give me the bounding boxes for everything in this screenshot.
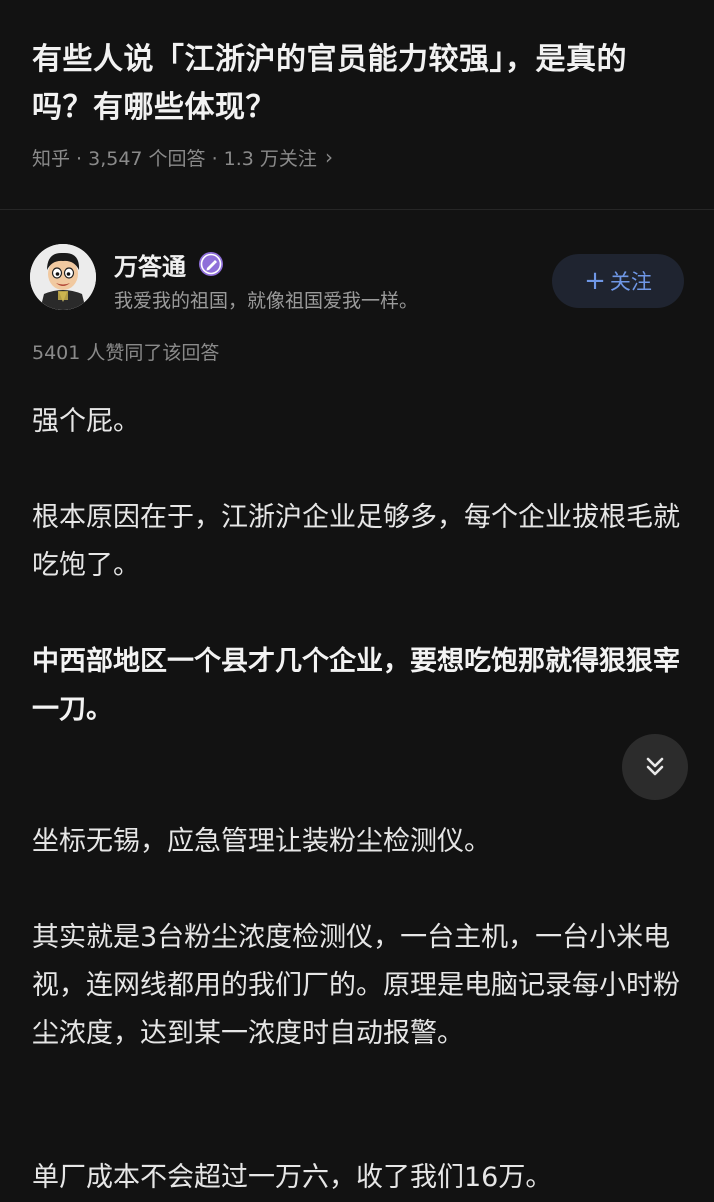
answer-paragraph: 单厂成本不会超过一万六，收了我们16万。 <box>32 1162 553 1193</box>
answer-paragraph: 其实就是3台粉尘浓度检测仪，一台主机，一台小米电视，连网线都用的我们厂的。原理是… <box>32 922 680 1049</box>
section-divider <box>0 209 714 210</box>
question-meta-row[interactable]: 知乎 · 3,547 个回答 · 1.3 万关注 › <box>32 142 682 172</box>
double-chevron-down-icon <box>646 757 664 776</box>
author-card: 万答通 我爱我的祖国，就像祖国爱我一样。 + 关注 <box>30 244 684 314</box>
answer-paragraph: 根本原因在于，江浙沪企业足够多，每个企业拔根毛就吃饱了。 <box>32 502 680 581</box>
follow-label: 关注 <box>609 270 652 294</box>
plus-icon: + <box>584 266 606 296</box>
pen-badge-icon[interactable] <box>198 251 224 277</box>
vote-count: 5401 人赞同了该回答 <box>32 342 220 364</box>
question-header: 有些人说「江浙沪的官员能力较强」，是真的吗？有哪些体现？ 知乎 · 3,547 … <box>0 0 714 172</box>
answer-paragraph: 坐标无锡，应急管理让装粉尘检测仪。 <box>32 826 491 857</box>
question-meta: 知乎 · 3,547 个回答 · 1.3 万关注 <box>32 147 317 170</box>
avatar[interactable] <box>30 244 96 310</box>
author-name-row: 万答通 <box>114 246 224 282</box>
answer-paragraph: 强个屁。 <box>32 406 140 437</box>
question-title[interactable]: 有些人说「江浙沪的官员能力较强」，是真的吗？有哪些体现？ <box>32 36 682 132</box>
answer-paragraph-bold: 中西部地区一个县才几个企业，要想吃饱那就得狠狠宰一刀。 <box>32 646 680 725</box>
author-name[interactable]: 万答通 <box>114 247 186 282</box>
chevron-right-icon: › <box>324 145 333 169</box>
follow-button[interactable]: + 关注 <box>552 254 684 308</box>
author-bio: 我爱我的祖国，就像祖国爱我一样。 <box>114 290 419 312</box>
scroll-down-button[interactable] <box>622 734 688 800</box>
